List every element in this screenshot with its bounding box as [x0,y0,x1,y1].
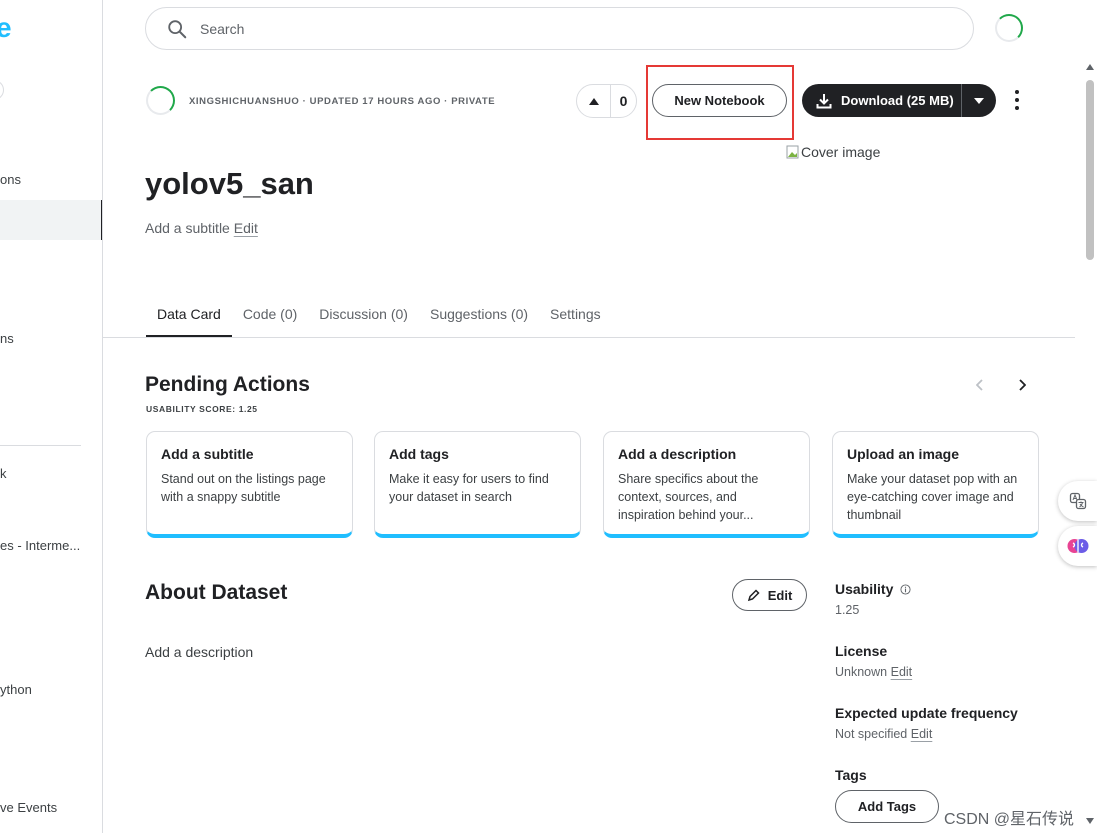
download-label: Download (25 MB) [841,93,954,108]
pending-card-tags[interactable]: Add tags Make it easy for users to find … [374,431,581,538]
add-tags-button[interactable]: Add Tags [835,790,939,823]
caret-up-icon [588,97,599,105]
search-icon [168,19,187,38]
tab-settings[interactable]: Settings [539,306,612,338]
chevron-left-icon [976,379,983,391]
license-section: License Unknown Edit [835,643,912,679]
about-dataset-title: About Dataset [145,581,288,604]
pending-card-subtitle[interactable]: Add a subtitle Stand out on the listings… [146,431,353,538]
user-avatar-loading[interactable] [995,14,1023,42]
card-title: Add a description [618,446,737,462]
upvote-button[interactable] [577,85,611,117]
edit-label: Edit [767,587,793,603]
sidebar-item-python[interactable]: ython [0,682,32,697]
card-title: Add a subtitle [161,446,254,462]
download-icon [816,93,832,108]
download-button[interactable]: Download (25 MB) [802,84,962,117]
info-icon[interactable] [900,583,911,595]
card-body: Make it easy for users to find your data… [389,472,549,504]
more-vert-icon-dot [1015,106,1019,110]
add-description-prompt: Add a description [145,644,254,660]
card-body: Share specifics about the context, sourc… [618,472,759,522]
tab-discussion[interactable]: Discussion (0) [308,306,419,338]
owner-avatar-loading[interactable] [146,86,175,115]
upvote-widget: 0 [576,84,637,118]
tab-data-card[interactable]: Data Card [146,306,232,338]
cover-image-alt: Cover image [801,144,881,160]
watermark: CSDN @星石传说 [944,811,1075,828]
pending-card-description[interactable]: Add a description Share specifics about … [603,431,810,538]
pencil-icon [747,588,760,601]
more-options-button[interactable] [1008,90,1026,110]
card-body: Stand out on the listings page with a sn… [161,472,326,504]
usability-score: USABILITY SCORE: 1.25 [146,404,258,414]
translate-icon [1069,492,1086,510]
pending-actions-title: Pending Actions [145,373,310,396]
sidebar-item-notebook[interactable]: k [0,466,7,481]
download-split-button: Download (25 MB) [802,84,996,117]
search-bar[interactable] [145,7,974,50]
usability-section: Usability 1.25 [835,581,911,617]
edit-about-button[interactable]: Edit [732,579,807,611]
edit-subtitle-link[interactable]: Edit [234,220,258,236]
tabs-divider [103,337,1075,338]
tags-section: Tags [835,767,867,783]
usability-value: 1.25 [835,603,860,617]
sidebar-item-course-intermediate[interactable]: es - Interme... [0,538,80,553]
carousel-next-button[interactable] [1012,375,1032,395]
update-frequency-label: Expected update frequency [835,705,1018,721]
dataset-tabs: Data Card Code (0) Discussion (0) Sugges… [146,306,612,338]
edit-frequency-link[interactable]: Edit [911,727,933,741]
search-input[interactable] [200,20,900,37]
sidebar-item-events[interactable]: ve Events [0,800,57,815]
download-options-button[interactable] [962,97,996,104]
caret-down-icon [974,97,984,104]
sidebar-item-discussions[interactable]: ns [0,331,14,346]
scroll-up-arrow[interactable] [1086,64,1094,70]
sidebar-item-competitions[interactable]: ons [0,172,21,187]
sidebar-item-datasets-active[interactable] [0,200,102,240]
sidebar-divider [0,445,81,446]
carousel-prev-button[interactable] [970,375,990,395]
brain-icon [1067,539,1088,553]
dataset-meta: XINGSHICHUANSHUO · UPDATED 17 HOURS AGO … [189,96,496,107]
update-frequency-section: Expected update frequency Not specified … [835,705,1018,741]
scroll-down-arrow[interactable] [1086,818,1094,824]
edit-license-link[interactable]: Edit [891,665,913,679]
ai-assistant-button[interactable] [1058,526,1097,566]
sidebar-arc-decoration [0,80,4,100]
vote-count: 0 [619,93,628,109]
card-title: Upload an image [847,446,960,462]
card-title: Add tags [389,446,449,462]
license-label: License [835,643,888,659]
dataset-title: yolov5_san [145,166,314,201]
highlight-annotation-box [646,65,794,140]
pending-card-image[interactable]: Upload an image Make your dataset pop wi… [832,431,1039,538]
tab-suggestions[interactable]: Suggestions (0) [419,306,539,338]
card-body: Make your dataset pop with an eye-catchi… [847,472,1018,522]
broken-image-icon [786,145,799,159]
dataset-subtitle: Add a subtitle Edit [145,220,258,236]
translate-button[interactable] [1058,481,1097,521]
usability-label: Usability [835,581,894,597]
subtitle-prompt: Add a subtitle [145,220,230,236]
more-vert-icon-dot [1015,98,1019,102]
left-sidebar: e ons ns k es - Interme... ython ve Even… [0,0,103,833]
license-value: Unknown [835,665,888,679]
tab-code[interactable]: Code (0) [232,306,308,338]
kaggle-logo[interactable]: e [0,12,12,44]
scroll-thumb[interactable] [1086,80,1094,260]
chevron-right-icon [1019,379,1026,391]
update-frequency-value: Not specified [835,727,908,741]
more-vert-icon [1015,90,1019,94]
cover-image: Cover image [786,144,880,160]
tags-label: Tags [835,767,867,783]
